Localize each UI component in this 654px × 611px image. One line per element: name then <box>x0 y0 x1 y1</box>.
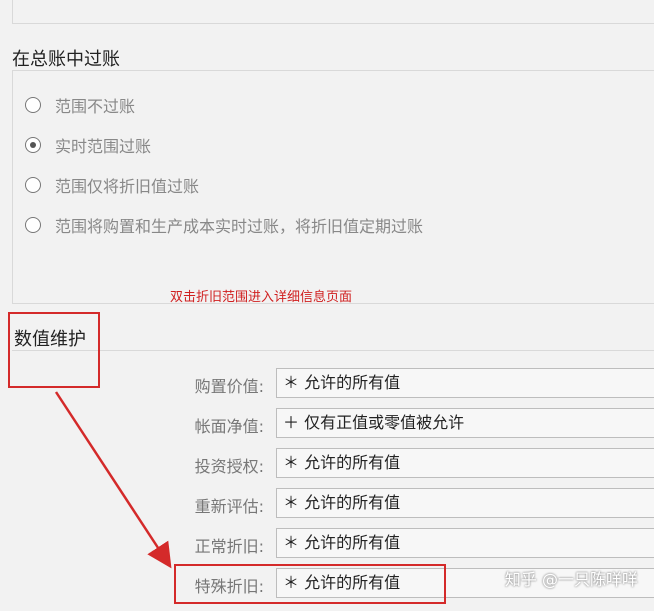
annotation-arrow <box>54 391 172 569</box>
arrow-line <box>54 391 172 569</box>
watermark-text: 知乎 @一只陈咩咩 <box>504 570 638 589</box>
